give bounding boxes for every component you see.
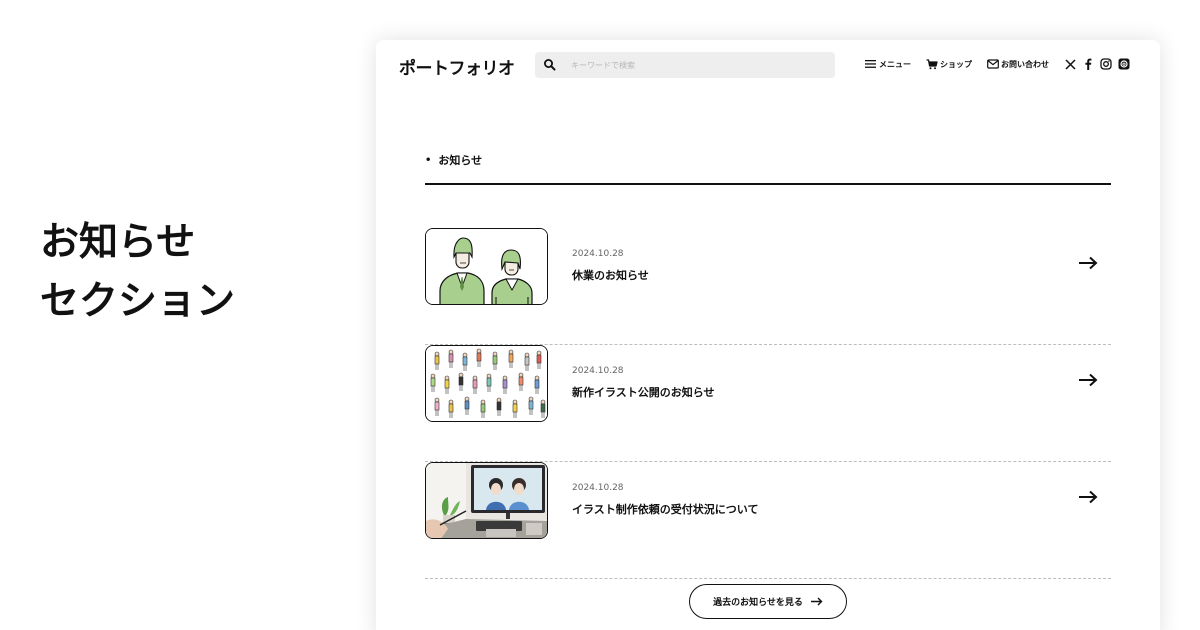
news-thumbnail bbox=[425, 345, 548, 422]
website-preview-window: ポートフォリオ メニュー bbox=[376, 40, 1160, 630]
nav-menu-label: メニュー bbox=[879, 59, 911, 69]
nav-contact[interactable]: お問い合わせ bbox=[987, 59, 1049, 70]
nav-shop-label: ショップ bbox=[940, 59, 972, 69]
header-nav: メニュー ショップ お問い合わせ bbox=[865, 58, 1136, 70]
news-thumbnail bbox=[425, 462, 548, 539]
news-title[interactable]: 新作イラスト公開のお知らせ bbox=[572, 384, 715, 400]
cart-icon bbox=[926, 58, 938, 69]
caption-line-2: セクション bbox=[40, 279, 236, 324]
view-past-news-button[interactable]: 過去のお知らせを見る bbox=[689, 584, 847, 619]
bowing-staff-illustration bbox=[426, 229, 547, 304]
news-date: 2024.10.28 bbox=[572, 366, 624, 376]
bullet-icon: • bbox=[425, 154, 432, 166]
nav-contact-label: お問い合わせ bbox=[1001, 59, 1049, 69]
caption-line-1: お知らせ bbox=[40, 220, 196, 265]
news-title[interactable]: 休業のお知らせ bbox=[572, 267, 649, 283]
search-icon bbox=[544, 59, 556, 71]
hamburger-icon bbox=[865, 60, 876, 68]
threads-icon[interactable] bbox=[1118, 58, 1130, 70]
nav-menu[interactable]: メニュー bbox=[865, 59, 911, 70]
view-past-news-label: 過去のお知らせを見る bbox=[713, 598, 803, 608]
arrow-right-icon[interactable] bbox=[1077, 490, 1099, 504]
facebook-icon[interactable] bbox=[1082, 58, 1094, 70]
mail-icon bbox=[987, 59, 999, 69]
nav-shop[interactable]: ショップ bbox=[926, 58, 972, 70]
news-date: 2024.10.28 bbox=[572, 249, 624, 259]
search-bar[interactable] bbox=[535, 52, 835, 78]
section-heading: • お知らせ bbox=[425, 152, 482, 168]
site-logo[interactable]: ポートフォリオ bbox=[399, 54, 515, 79]
news-thumbnail bbox=[425, 228, 548, 305]
section-divider bbox=[425, 183, 1111, 185]
social-links bbox=[1064, 58, 1136, 70]
site-header: ポートフォリオ メニュー bbox=[376, 40, 1160, 92]
artist-workspace-photo bbox=[426, 463, 547, 538]
arrow-right-icon bbox=[810, 597, 823, 606]
news-date: 2024.10.28 bbox=[572, 483, 624, 493]
instagram-icon[interactable] bbox=[1100, 58, 1112, 70]
search-input[interactable] bbox=[571, 60, 811, 70]
page-caption: お知らせ セクション bbox=[40, 213, 235, 331]
news-item[interactable]: 2024.10.28 休業のお知らせ bbox=[425, 228, 1111, 345]
arrow-right-icon[interactable] bbox=[1077, 373, 1099, 387]
x-icon[interactable] bbox=[1064, 58, 1076, 70]
section-title: お知らせ bbox=[438, 154, 483, 167]
news-item[interactable]: 2024.10.28 イラスト制作依頼の受付状況について bbox=[425, 462, 1111, 579]
news-title[interactable]: イラスト制作依頼の受付状況について bbox=[572, 501, 758, 517]
news-item[interactable]: 2024.10.28 新作イラスト公開のお知らせ bbox=[425, 345, 1111, 462]
people-illustrations bbox=[426, 346, 547, 421]
arrow-right-icon[interactable] bbox=[1077, 256, 1099, 270]
